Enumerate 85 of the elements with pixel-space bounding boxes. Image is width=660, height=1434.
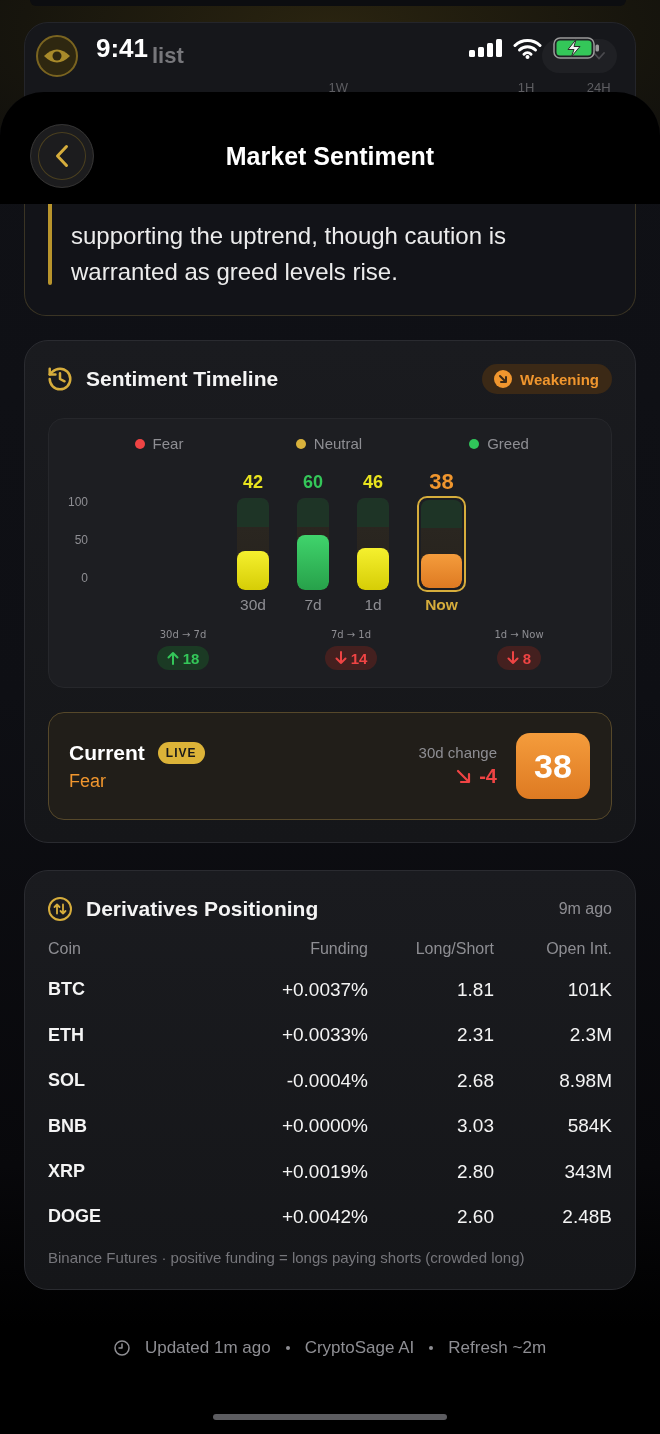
change-value: 8 [522, 649, 532, 667]
footer-text: Updated 1m ago [144, 1337, 271, 1358]
column-label: 1W [327, 81, 350, 95]
column-header: Long/Short [414, 940, 494, 958]
updated-time: 9m ago [558, 900, 612, 918]
table-cell-text: SOL [48, 1070, 86, 1092]
arrow-down-icon [506, 651, 519, 665]
period-label: Now [425, 596, 458, 614]
scale-label: 50 [74, 533, 88, 547]
change-period: 1d → Now [494, 629, 544, 641]
table-cell-text: 8.98M [558, 1069, 612, 1092]
column-header: Open Int. [545, 940, 612, 958]
table-cell-text: 2.68 [456, 1069, 494, 1092]
change-period: 7d → 1d [330, 629, 372, 641]
table-cell-text: 2.60 [456, 1205, 494, 1228]
summary-text: supporting the uptrend, though caution is warranted as greed levels rise. [71, 221, 507, 287]
scale-label: 0 [81, 571, 88, 585]
table-cell-text: +0.0019% [280, 1160, 368, 1183]
signal-icon [469, 39, 502, 57]
period-label: 1d [364, 596, 382, 614]
meter-reading: 46 [363, 471, 383, 493]
watchlist-title: list [152, 43, 184, 69]
arrow-up-icon [166, 651, 179, 665]
table-cell-text: +0.0037% [280, 979, 368, 1001]
sentiment-score: 38 [516, 733, 590, 799]
change-amount: -4 [479, 765, 497, 788]
history-icon [48, 367, 72, 391]
page-title: Market Sentiment [225, 141, 435, 171]
trend-label: Weakening [520, 370, 599, 388]
scale-label: 100 [67, 495, 88, 509]
change-period: 30d → 7d [159, 629, 207, 641]
arrow-down-right-circle-icon [494, 370, 513, 388]
column-header: Funding [309, 940, 368, 958]
eye-icon [36, 35, 78, 77]
column-header: Coin [48, 940, 82, 958]
card-title: Derivatives Positioning [86, 897, 319, 921]
chevron-left-icon [55, 144, 69, 168]
table-cell-text: -0.0004% [285, 1069, 368, 1092]
table-cell-text: 2.48B [561, 1205, 612, 1228]
table-cell-text: ETH [48, 1024, 85, 1046]
change-value: 14 [350, 649, 368, 667]
meter-reading: 60 [303, 471, 323, 493]
table-cell-text: +0.0000% [280, 1115, 368, 1138]
separator-dot-icon [429, 1345, 434, 1350]
table-cell-text: 101K [566, 979, 612, 1001]
table-cell-text: 2.31 [456, 1024, 494, 1047]
table-cell-text: DOGE [48, 1206, 102, 1228]
live-badge: LIVE [157, 742, 205, 764]
column-label: 24H [585, 81, 612, 95]
arrow-down-icon [334, 651, 347, 665]
table-cell-text: 2.80 [456, 1160, 494, 1183]
meter-reading: 42 [243, 471, 263, 493]
change-value: 18 [182, 649, 200, 667]
status-time: 9:41 [96, 32, 149, 64]
sentiment-label: Fear [69, 770, 107, 792]
period-label: 30d [240, 596, 266, 614]
separator-dot-icon [285, 1345, 290, 1350]
column-label: 1H [516, 81, 536, 95]
table-cell-text: 2.3M [568, 1024, 612, 1047]
meter-reading: 38 [429, 471, 454, 493]
chevron-down-icon [593, 52, 605, 60]
table-cell-text: 584K [566, 1115, 612, 1138]
card-title: Sentiment Timeline [86, 367, 279, 391]
current-title: Current [69, 741, 145, 765]
table-cell-text: +0.0033% [280, 1024, 368, 1047]
table-cell-text: 1.81 [456, 979, 494, 1001]
up-down-arrows-icon [48, 897, 72, 921]
wifi-icon [513, 37, 542, 59]
arrow-down-right-icon [456, 769, 472, 784]
table-footnote: Binance Futures · positive funding = longs paying shorts (crowded long) [48, 1248, 526, 1267]
legend-label: Fear [152, 435, 184, 453]
table-cell-text: XRP [48, 1161, 86, 1183]
battery-charging-icon [553, 37, 600, 59]
footer-text: Refresh ~2m [448, 1337, 547, 1358]
table-cell-text: BTC [48, 979, 86, 1001]
period-label: 7d [304, 596, 322, 614]
table-cell-text: 3.03 [456, 1115, 494, 1138]
change-caption: 30d change [418, 743, 497, 762]
legend-label: Greed [487, 435, 529, 453]
table-cell-text: 343M [563, 1160, 612, 1183]
table-cell-text: +0.0042% [280, 1205, 368, 1228]
legend-label: Neutral [313, 435, 363, 453]
table-cell-text: BNB [48, 1115, 88, 1137]
clock-icon [113, 1339, 130, 1356]
footer-text: CryptoSage AI [304, 1337, 415, 1358]
